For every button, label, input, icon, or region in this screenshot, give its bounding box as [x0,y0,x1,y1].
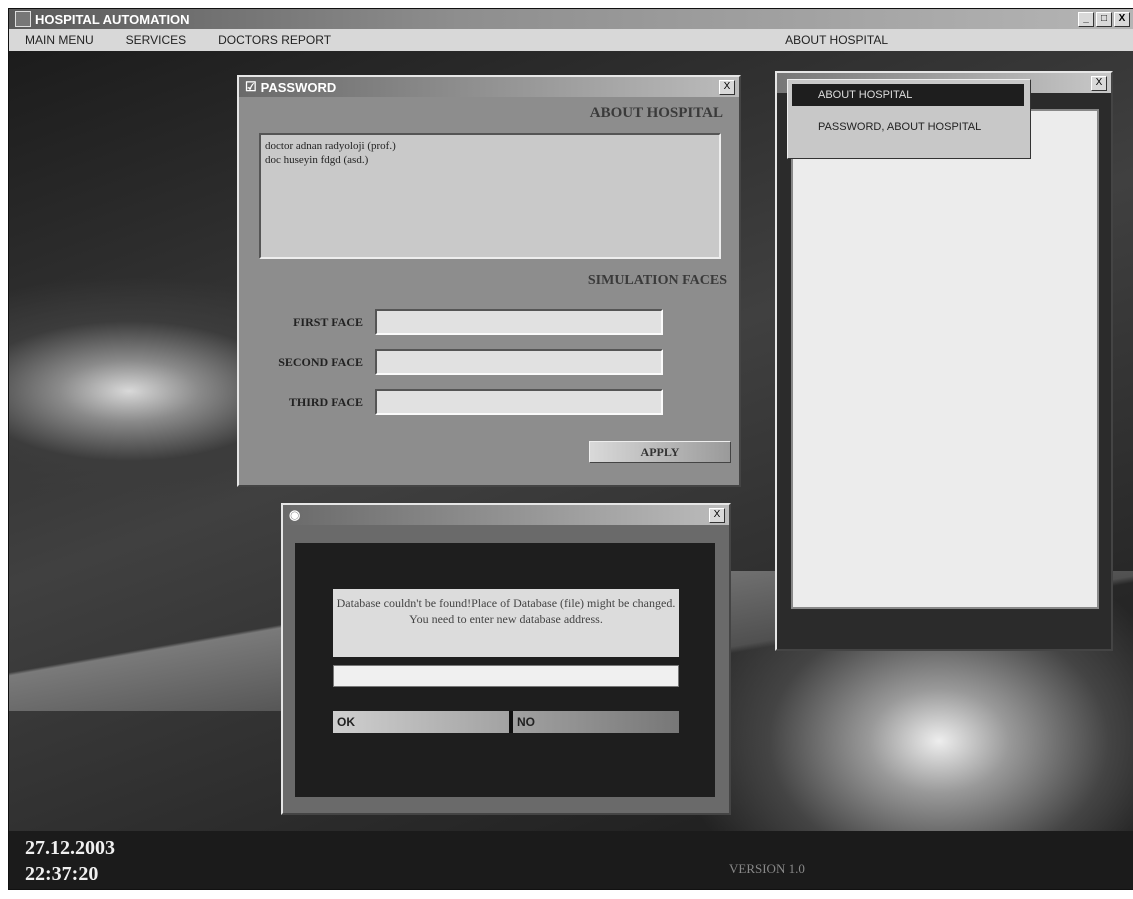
menu-bar: MAIN MENU SERVICES DOCTORS REPORT ABOUT … [9,29,1133,51]
password-dialog-titlebar[interactable]: ☑ PASSWORD [239,77,739,97]
close-button[interactable]: X [1114,12,1130,27]
memo-line: doc huseyin fdgd (asd.) [265,154,369,166]
app-icon [15,11,31,27]
status-bar: 27.12.2003 22:37:20 VERSION 1.0 [9,831,1133,889]
simulation-faces-heading: SIMULATION FACES [587,273,727,288]
message-dialog-titlebar[interactable]: ◉ [283,505,729,525]
ok-button-label: OK [337,715,355,729]
menu-services[interactable]: SERVICES [110,33,202,47]
first-face-field[interactable] [375,309,663,335]
third-face-label: THIRD FACE [288,395,363,409]
button-bar: OK NO [333,711,679,733]
ok-button[interactable]: OK [333,711,503,733]
dropdown-item-password-about-hospital[interactable]: PASSWORD, ABOUT HOSPITAL [792,116,1024,138]
menu-about-hospital[interactable]: ABOUT HOSPITAL [769,33,904,47]
window-controls: _ □ X [1078,12,1130,27]
about-close-button[interactable]: X [1091,76,1107,91]
about-content-area [791,109,1099,609]
password-dialog-title: PASSWORD [260,79,337,95]
database-error-dialog: ◉ X Database couldn't be found!Place of … [281,503,731,815]
menu-doctors-report[interactable]: DOCTORS REPORT [202,33,347,47]
title-bar[interactable]: HOSPITAL AUTOMATION _ □ X [9,9,1133,29]
status-date: 27.12.2003 [25,837,115,859]
dropdown-item-about-hospital[interactable]: ABOUT HOSPITAL [792,84,1024,106]
first-face-label: FIRST FACE [293,315,363,329]
lock-icon: ☑ [245,79,257,94]
menu-main-menu[interactable]: MAIN MENU [9,33,110,47]
app-icon: ◉ [289,507,301,522]
second-face-field[interactable] [375,349,663,375]
message-close-button[interactable]: X [709,508,725,523]
message-panel: Database couldn't be found!Place of Data… [295,543,715,797]
apply-button[interactable]: APPLY [589,441,731,463]
hospital-automation-window: HOSPITAL AUTOMATION _ □ X MAIN MENU SERV… [8,8,1133,890]
status-time: 22:37:20 [25,863,99,885]
database-error-message: Database couldn't be found!Place of Data… [333,589,679,657]
no-button[interactable]: NO [509,711,679,733]
maximize-button[interactable]: □ [1096,12,1112,27]
password-close-button[interactable]: X [719,80,735,95]
password-dialog: ☑ PASSWORD X ABOUT HOSPITAL doctor adnan… [237,75,741,487]
no-button-label: NO [517,715,535,729]
window-title: HOSPITAL AUTOMATION [35,11,190,27]
version-label: VERSION 1.0 [729,861,805,876]
database-address-input[interactable] [333,665,679,687]
doctors-memo[interactable]: doctor adnan radyoloji (prof.) doc husey… [259,133,721,259]
about-hospital-heading: ABOUT HOSPITAL [589,105,723,121]
minimize-button[interactable]: _ [1078,12,1094,27]
third-face-field[interactable] [375,389,663,415]
memo-line: doctor adnan radyoloji (prof.) [265,140,396,152]
about-hospital-dropdown: ABOUT HOSPITAL PASSWORD, ABOUT HOSPITAL [787,79,1031,159]
second-face-label: SECOND FACE [278,355,363,369]
